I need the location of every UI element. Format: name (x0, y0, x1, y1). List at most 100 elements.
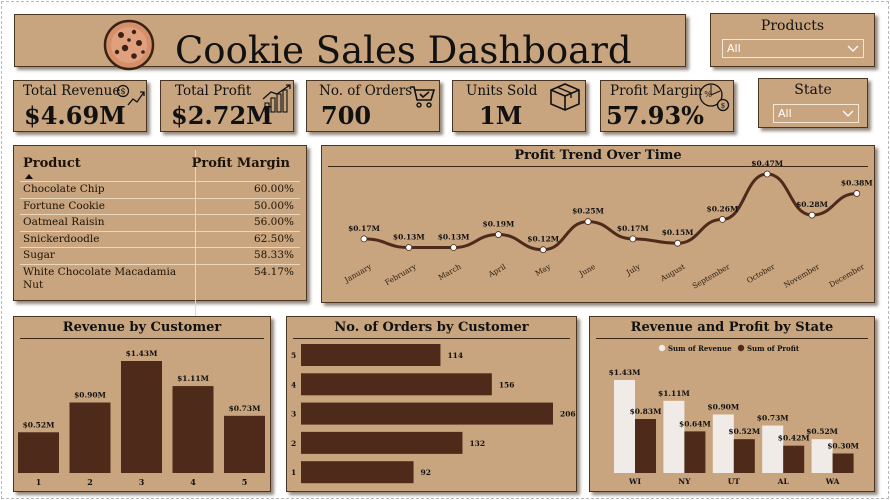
trend-point (539, 246, 547, 254)
revenue-by-customer-panel: Revenue by Customer $0.52M 1 $0.90M 2 $1.43M… (13, 316, 271, 492)
data-label: $0.13M (438, 233, 470, 242)
kpi-label: Total Revenue (23, 83, 121, 99)
x-tick-label: November (782, 262, 821, 290)
table-row: Chocolate Chip 60.00% (20, 182, 300, 199)
revenue-by-customer-chart: $0.52M 1 $0.90M 2 $1.43M 3 $1.11M 4 $0.73M 5 (18, 349, 265, 487)
y-tick-label: 2 (291, 439, 296, 448)
x-tick-label: May (534, 262, 553, 278)
data-label: $0.17M (348, 224, 380, 233)
bar-profit (783, 445, 805, 473)
bar-profit (635, 419, 656, 473)
bar (224, 415, 265, 473)
svg-text:$: $ (120, 87, 125, 96)
revenue-profit-by-state-panel: Revenue and Profit by State Sum of Reven… (589, 316, 875, 492)
data-label: $0.73M (229, 404, 261, 413)
state-dropdown[interactable]: All (773, 104, 859, 123)
bar (172, 386, 214, 473)
cell-product: Chocolate Chip (23, 183, 105, 195)
data-label: $1.11M (658, 389, 690, 398)
data-label: $1.43M (126, 349, 158, 358)
x-tick-label: WI (628, 477, 641, 486)
x-tick-label: August (658, 262, 687, 284)
x-tick-label: January (342, 262, 374, 285)
data-label: $0.47M (751, 159, 783, 168)
dashboard-title: Cookie Sales Dashboard (175, 29, 632, 72)
svg-text:$: $ (721, 102, 725, 110)
x-tick-label: July (624, 262, 643, 278)
trend-point (718, 216, 726, 223)
bar-profit (733, 439, 755, 473)
table-header[interactable]: Product Profit Margin (20, 148, 300, 182)
kpi-profit-margin: Profit Margin 57.93% % $ (600, 80, 734, 132)
x-tick-label: 4 (190, 477, 196, 487)
cell-margin: 60.00% (253, 183, 294, 195)
cell-margin: 58.33% (253, 249, 294, 261)
product-margin-table: Product Profit Margin Chocolate Chip 60.… (13, 145, 307, 435)
bar-revenue (762, 425, 784, 473)
bar-revenue (712, 414, 734, 473)
table-row: Sugar 58.33% (20, 248, 300, 265)
data-label: 132 (469, 439, 485, 448)
kpi-label: No. of Orders (319, 83, 413, 99)
table-row: White Chocolate Macadamia Nut 54.17% (20, 265, 300, 295)
column-header-product[interactable]: Product (23, 156, 81, 171)
data-label: $0.52M (23, 420, 55, 429)
header-panel: Cookie Sales Dashboard (14, 14, 686, 72)
bar-revenue (663, 400, 685, 473)
bar (301, 344, 441, 366)
profit-trend-chart: $0.17M January $0.13M February $0.13M March $0… (342, 159, 873, 291)
kpi-value: 57.93% (606, 101, 704, 130)
trend-point (405, 244, 413, 251)
data-label: 114 (447, 351, 463, 360)
percent-coin-icon: % $ (699, 83, 730, 112)
trend-point (763, 170, 771, 178)
bar (301, 402, 553, 425)
bar (301, 461, 414, 484)
data-label: $0.26M (707, 204, 739, 213)
products-dropdown[interactable]: All (722, 39, 864, 58)
money-growth-icon: $ (116, 84, 145, 106)
orders-by-customer-chart: 114 5 156 4 206 3 132 2 92 1 (291, 344, 576, 484)
data-label: $0.28M (796, 200, 828, 209)
column-header-margin[interactable]: Profit Margin (192, 156, 290, 171)
bar (301, 373, 492, 396)
products-dropdown-value: All (727, 42, 741, 55)
cell-product: White Chocolate Macadamia Nut (23, 265, 177, 291)
trend-point (629, 235, 637, 243)
bar-growth-icon (262, 84, 291, 113)
cell-margin: 62.50% (253, 232, 294, 245)
data-label: $0.83M (630, 407, 662, 416)
x-tick-label: June (577, 262, 598, 279)
state-slicer[interactable]: State All (758, 78, 868, 128)
data-label: $0.73M (757, 414, 789, 423)
cell-margin: 54.17% (253, 265, 294, 278)
data-label: $0.38M (841, 178, 873, 187)
sort-ascending-icon[interactable] (25, 174, 33, 179)
products-slicer-title: Products (760, 18, 825, 34)
data-label: $0.52M (728, 427, 760, 436)
cell-margin: 56.00% (253, 216, 294, 228)
data-label: 206 (560, 410, 576, 419)
kpi-value: 700 (321, 101, 372, 130)
x-tick-label: September (691, 262, 732, 291)
legend-marker-revenue (658, 344, 666, 352)
trend-point (494, 231, 502, 238)
chevron-down-icon[interactable] (847, 43, 859, 53)
kpi-total-revenue: Total Revenue $4.69M $ (13, 80, 147, 132)
data-label: $0.25M (572, 207, 604, 216)
data-label: $0.90M (74, 391, 106, 400)
data-label: $0.13M (393, 233, 425, 242)
y-tick-label: 5 (291, 351, 296, 360)
cell-product: Fortune Cookie (23, 199, 105, 212)
x-tick-label: April (486, 262, 508, 280)
data-label: $0.52M (806, 427, 838, 436)
cart-icon (410, 86, 436, 108)
products-slicer[interactable]: Products All (710, 13, 875, 67)
chevron-down-icon[interactable] (842, 108, 854, 118)
bar (69, 402, 111, 473)
data-label: $1.43M (609, 368, 641, 377)
box-icon (550, 83, 580, 111)
legend-label-profit: Sum of Profit (747, 344, 800, 353)
data-label: $0.19M (483, 220, 515, 229)
trend-point (853, 190, 861, 197)
